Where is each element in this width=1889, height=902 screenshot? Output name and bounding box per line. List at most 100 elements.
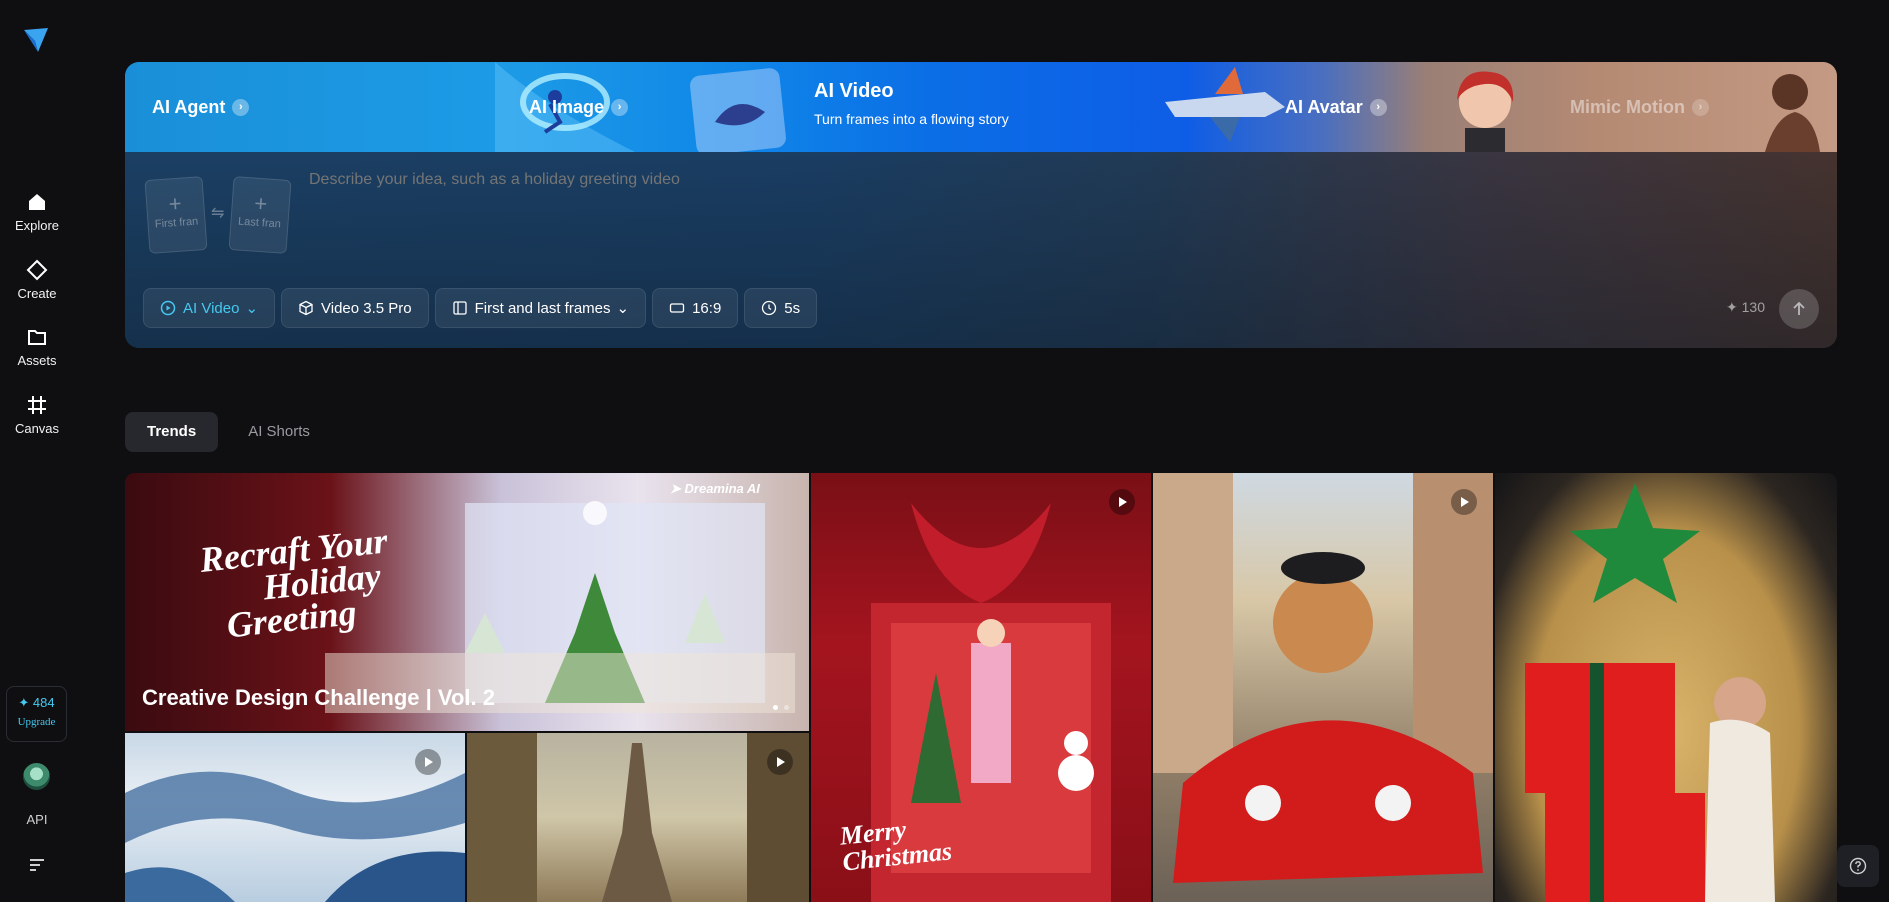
first-frame-label: First fran bbox=[154, 215, 199, 231]
play-icon bbox=[767, 749, 793, 775]
mode-label: AI Video bbox=[183, 299, 240, 317]
sidebar-item-explore[interactable]: Explore bbox=[0, 190, 74, 233]
tab-ai-agent[interactable]: AI Agent › bbox=[152, 62, 250, 152]
creation-panel: AI Agent › AI Image › AI Video Turn frames… bbox=[125, 62, 1837, 348]
last-frame-label: Last fran bbox=[237, 215, 282, 231]
gift-illustration bbox=[1525, 483, 1775, 902]
sidebar: Explore Create Assets Canvas ✦ 484 Upgra… bbox=[0, 0, 74, 902]
first-frame-upload[interactable]: + First fran bbox=[144, 176, 208, 254]
sidebar-item-label: Canvas bbox=[14, 421, 60, 436]
arrow-up-icon bbox=[1793, 301, 1805, 315]
video-mode-icon bbox=[160, 300, 176, 316]
carousel-dot[interactable] bbox=[784, 705, 789, 710]
carousel-dot-active[interactable] bbox=[773, 705, 778, 710]
tab-label: AI Image bbox=[529, 96, 605, 117]
mode-select[interactable]: AI Video ⌄ bbox=[143, 288, 276, 328]
tab-ai-avatar[interactable]: AI Avatar › bbox=[1285, 62, 1387, 152]
sidebar-item-label: Assets bbox=[17, 353, 57, 368]
mode-tabs-strip: AI Agent › AI Image › AI Video Turn frames… bbox=[125, 62, 1837, 152]
card-greeting: Merry Christmas bbox=[838, 812, 953, 877]
credit-count: ✦ 484 bbox=[18, 695, 55, 710]
last-frame-upload[interactable]: + Last fran bbox=[228, 176, 292, 254]
chevron-down-icon: ⌄ bbox=[245, 300, 259, 317]
active-tab-title: AI Video bbox=[814, 80, 894, 102]
tab-label: AI Avatar bbox=[1285, 96, 1363, 117]
cube-icon bbox=[299, 300, 313, 316]
image-illustration-icon bbox=[690, 68, 786, 152]
canvas-icon bbox=[28, 396, 46, 414]
prompt-area: + First fran ⇋ + Last fran AI Video ⌄ Vi… bbox=[125, 152, 1837, 348]
frames-icon bbox=[452, 301, 467, 315]
sparkle-icon: ✦ bbox=[1726, 299, 1742, 315]
generation-controls: AI Video ⌄ Video 3.5 Pro First and last … bbox=[143, 288, 818, 328]
jet-illustration-icon bbox=[1165, 67, 1285, 142]
video-tile-snow-mountains[interactable] bbox=[125, 733, 465, 902]
tab-ai-image[interactable]: AI Image › bbox=[529, 62, 629, 152]
featured-headline: Recraft Your Holiday Greeting bbox=[198, 520, 396, 645]
tab-label: AI Agent bbox=[152, 96, 226, 117]
aspect-ratio-icon bbox=[669, 303, 685, 313]
home-icon bbox=[29, 194, 45, 210]
duration-select[interactable]: 5s bbox=[744, 288, 818, 328]
dreamina-logo-icon[interactable] bbox=[20, 24, 52, 56]
model-label: Video 3.5 Pro bbox=[321, 299, 412, 317]
model-select[interactable]: Video 3.5 Pro bbox=[281, 288, 429, 328]
tab-mimic-motion[interactable]: Mimic Motion › bbox=[1570, 62, 1709, 152]
clock-icon bbox=[762, 300, 777, 316]
chevron-down-icon: ⌄ bbox=[616, 300, 630, 317]
feed-tabs: Trends AI Shorts bbox=[125, 412, 332, 452]
generate-button[interactable] bbox=[1779, 289, 1819, 329]
sidebar-item-canvas[interactable]: Canvas bbox=[0, 393, 74, 436]
chevron-right-icon: › bbox=[1692, 98, 1709, 116]
frames-mode-select[interactable]: First and last frames ⌄ bbox=[434, 288, 647, 328]
media-grid: Recraft Your Holiday Greeting ➤ Dreamina… bbox=[125, 473, 1837, 902]
folder-icon bbox=[28, 330, 46, 345]
featured-banner[interactable]: Recraft Your Holiday Greeting ➤ Dreamina… bbox=[125, 473, 809, 731]
upgrade-link[interactable]: Upgrade bbox=[7, 716, 66, 728]
active-tab-subtitle: Turn frames into a flowing story bbox=[814, 111, 1009, 127]
sidebar-item-label: Create bbox=[17, 286, 57, 301]
play-icon bbox=[1451, 489, 1477, 515]
avatar-illustration-icon bbox=[1457, 71, 1514, 152]
help-button[interactable] bbox=[1837, 845, 1879, 887]
frames-mode-label: First and last frames bbox=[474, 299, 611, 317]
play-icon bbox=[415, 749, 441, 775]
tab-ai-video[interactable]: AI Video Turn frames into a flowing stor… bbox=[814, 80, 1009, 127]
aspect-ratio-label: 16:9 bbox=[692, 299, 722, 317]
tab-ai-shorts[interactable]: AI Shorts bbox=[226, 412, 332, 452]
cost-value: 130 bbox=[1741, 299, 1765, 315]
motion-illustration-icon bbox=[1765, 74, 1820, 152]
duration-label: 5s bbox=[784, 299, 801, 317]
menu-icon[interactable] bbox=[29, 858, 45, 872]
help-icon bbox=[1849, 857, 1867, 875]
plus-icon: + bbox=[253, 190, 269, 217]
swap-icon[interactable]: ⇋ bbox=[211, 203, 224, 223]
chevron-right-icon: › bbox=[1369, 98, 1387, 116]
chevron-right-icon: › bbox=[611, 98, 629, 116]
video-tile-eiffel-tower[interactable] bbox=[467, 733, 809, 902]
video-tile-christmas-card[interactable]: Merry Christmas bbox=[811, 473, 1151, 902]
api-link[interactable]: API bbox=[0, 812, 74, 827]
brand-label: Dreamina AI bbox=[684, 481, 760, 496]
video-tile-gifts[interactable] bbox=[1495, 473, 1837, 902]
sidebar-item-assets[interactable]: Assets bbox=[0, 325, 74, 368]
sidebar-item-label: Explore bbox=[14, 218, 60, 233]
sidebar-item-create[interactable]: Create bbox=[0, 258, 74, 301]
tab-label: Mimic Motion bbox=[1570, 96, 1685, 117]
tab-trends[interactable]: Trends bbox=[125, 412, 219, 452]
featured-title: Creative Design Challenge | Vol. 2 bbox=[142, 685, 495, 710]
video-tile-dog-car[interactable] bbox=[1153, 473, 1493, 902]
avatar[interactable] bbox=[23, 763, 50, 790]
dreamina-logo-icon: ➤ bbox=[670, 481, 685, 496]
diamond-icon bbox=[26, 259, 48, 281]
aspect-ratio-select[interactable]: 16:9 bbox=[652, 288, 739, 328]
chevron-right-icon: › bbox=[232, 98, 250, 116]
generation-cost: ✦ 130 bbox=[1726, 299, 1765, 316]
credits-upgrade-box[interactable]: ✦ 484 Upgrade bbox=[6, 686, 67, 742]
prompt-input[interactable] bbox=[309, 171, 1209, 189]
dog-car-illustration bbox=[1153, 473, 1493, 883]
mountain-illustration bbox=[125, 771, 465, 902]
play-icon bbox=[1109, 489, 1135, 515]
brand-watermark: ➤ Dreamina AI bbox=[670, 481, 760, 497]
plus-icon: + bbox=[167, 190, 183, 217]
